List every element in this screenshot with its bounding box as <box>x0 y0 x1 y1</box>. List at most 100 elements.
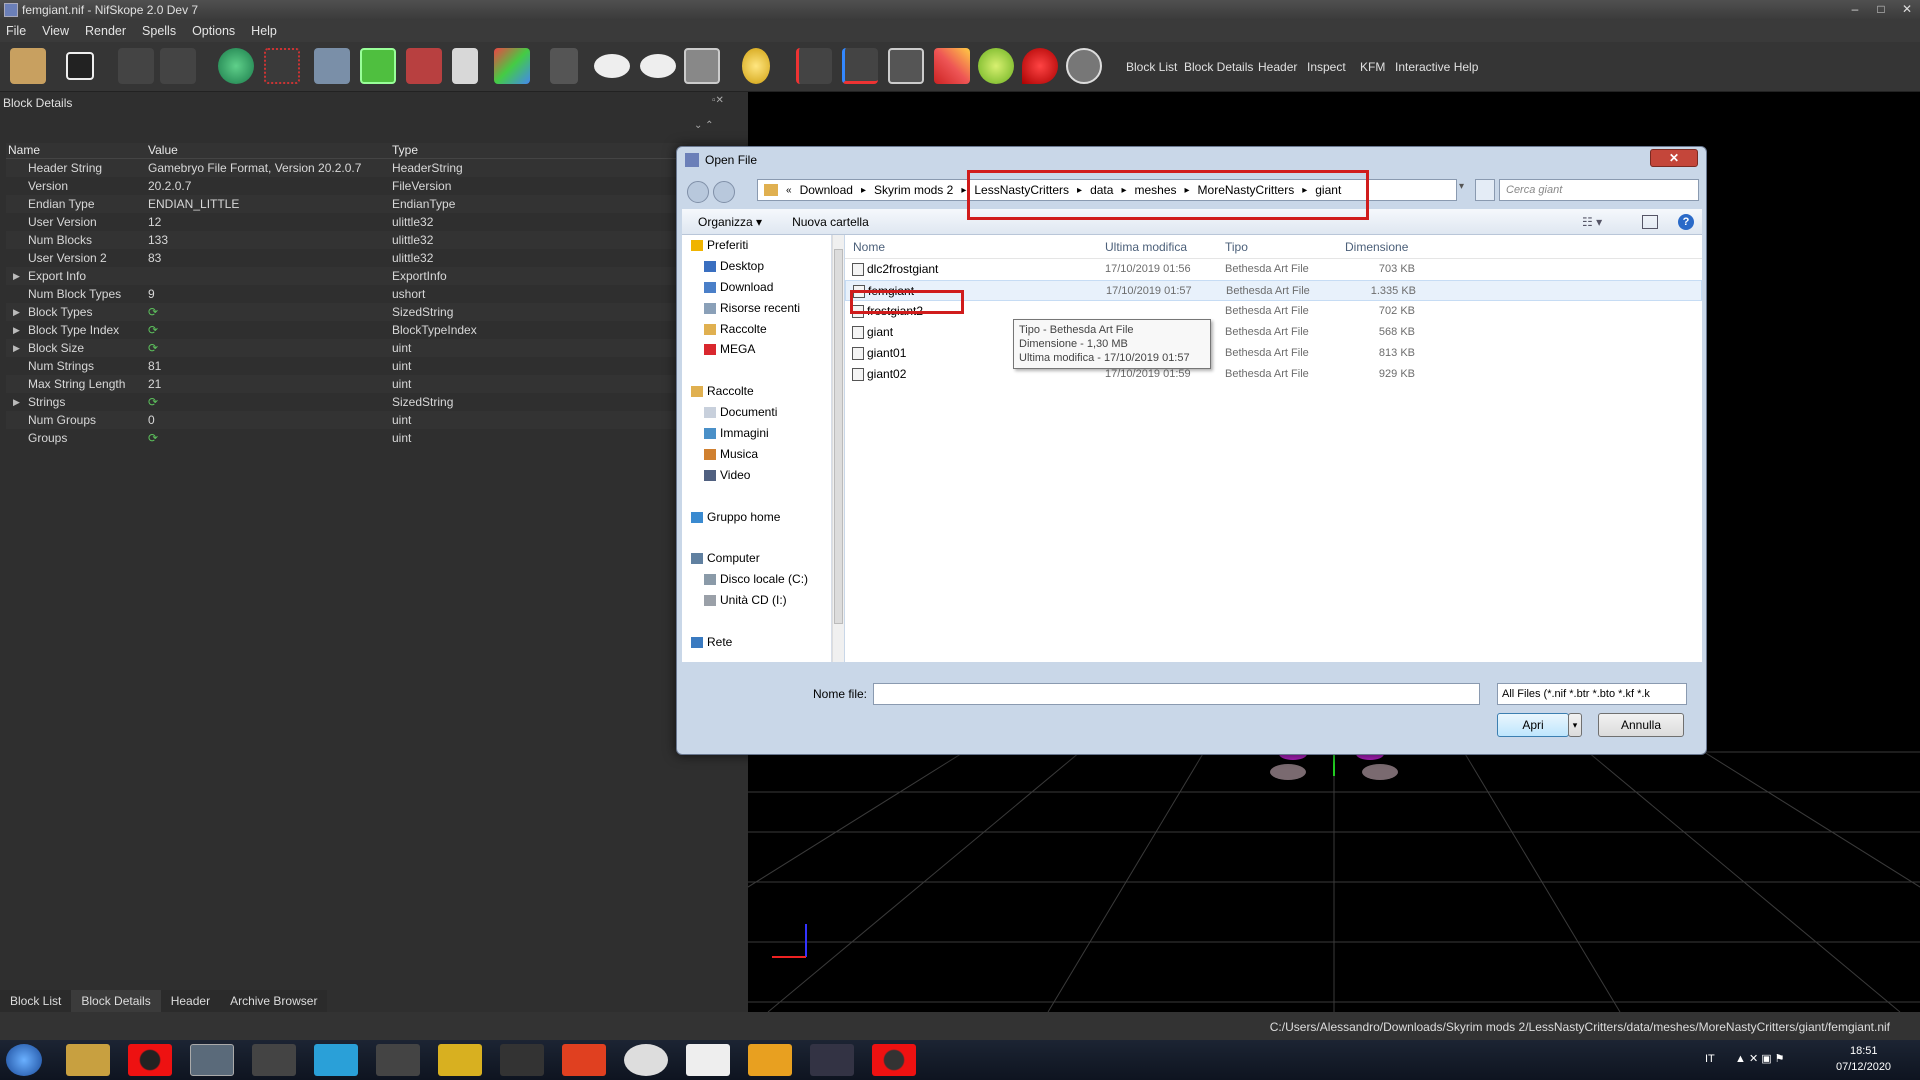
column-ultima-modifica[interactable]: Ultima modifica <box>1105 235 1225 258</box>
select-vertex-icon[interactable] <box>264 48 300 84</box>
view-options-icon[interactable]: ☷ ▾ <box>1582 215 1602 229</box>
column-name[interactable]: Name <box>6 143 142 158</box>
breadcrumb-separator-icon[interactable]: ▸ <box>961 185 966 196</box>
breadcrumb-separator-icon[interactable]: ▸ <box>861 185 866 196</box>
explorer-icon[interactable] <box>66 1044 110 1076</box>
row-value[interactable]: ⟳ <box>142 339 392 357</box>
array-cycle-icon[interactable]: ⟳ <box>148 395 158 409</box>
tab-header[interactable]: Header <box>161 990 220 1012</box>
tab-archive-browser[interactable]: Archive Browser <box>220 990 327 1012</box>
app-icon-13[interactable] <box>810 1044 854 1076</box>
table-row[interactable]: Version 20.2.0.7 FileVersion <box>6 177 746 195</box>
row-value[interactable]: ENDIAN_LITTLE <box>142 195 392 213</box>
music-icon[interactable] <box>314 1044 358 1076</box>
audio-app-icon[interactable] <box>376 1044 420 1076</box>
nav-item[interactable]: Preferiti <box>682 235 831 256</box>
table-row[interactable]: ▶ Block Types ⟳ SizedString <box>6 303 746 321</box>
organize-button[interactable]: Organizza ▾ <box>698 215 762 229</box>
column-value[interactable]: Value <box>142 143 392 158</box>
table-row[interactable]: Num Groups 0 uint <box>6 411 746 429</box>
toolbar-block-list[interactable]: Block List <box>1126 60 1177 74</box>
nav-item[interactable]: Desktop <box>682 256 831 277</box>
dialog-close-button[interactable]: ✕ <box>1650 149 1698 167</box>
footsteps-icon[interactable] <box>550 48 578 84</box>
nav-item[interactable]: Risorse recenti <box>682 298 831 319</box>
view-front-icon[interactable] <box>360 48 396 84</box>
expand-arrow-icon[interactable]: ▶ <box>13 267 20 285</box>
nav-item[interactable]: Musica <box>682 444 831 465</box>
tray-icons[interactable]: ▲ ✕ ▣ ⚑ <box>1735 1052 1785 1065</box>
expand-arrow-icon[interactable]: ▶ <box>13 321 20 339</box>
address-dropdown-icon[interactable]: ▾ <box>1459 181 1464 192</box>
toolbar-interactive-help[interactable]: Interactive Help <box>1395 60 1478 74</box>
row-value[interactable]: 21 <box>142 375 392 393</box>
row-value[interactable]: 83 <box>142 249 392 267</box>
opera-icon[interactable] <box>128 1044 172 1076</box>
expand-arrow-icon[interactable]: ▶ <box>13 339 20 357</box>
menu-spells[interactable]: Spells <box>142 24 176 38</box>
toolbar-kfm[interactable]: KFM <box>1360 60 1385 74</box>
maximize-button[interactable]: □ <box>1868 0 1894 20</box>
tab-block-list[interactable]: Block List <box>0 990 71 1012</box>
table-row[interactable]: Endian Type ENDIAN_LITTLE EndianType <box>6 195 746 213</box>
nav-item[interactable]: Raccolte <box>682 319 831 340</box>
expand-arrow-icon[interactable]: ▶ <box>13 393 20 411</box>
breadcrumb-separator-icon[interactable]: « <box>786 185 792 196</box>
table-row[interactable]: Header String Gamebryo File Format, Versi… <box>6 159 746 177</box>
row-value[interactable]: 81 <box>142 357 392 375</box>
marker-icon[interactable] <box>1022 48 1058 84</box>
array-cycle-icon[interactable]: ⟳ <box>148 341 158 355</box>
open-file-icon[interactable] <box>10 48 46 84</box>
nav-item[interactable]: Raccolte <box>682 381 831 402</box>
cancel-button[interactable]: Annulla <box>1598 713 1684 737</box>
row-value[interactable]: 0 <box>142 411 392 429</box>
table-row[interactable]: User Version 12 ulittle32 <box>6 213 746 231</box>
table-row[interactable]: Num Block Types 9 ushort <box>6 285 746 303</box>
table-row[interactable]: Num Blocks 133 ulittle32 <box>6 231 746 249</box>
nifskope-taskbar-icon[interactable] <box>190 1044 234 1076</box>
nodes-icon[interactable] <box>888 48 924 84</box>
language-indicator[interactable]: IT <box>1705 1053 1715 1065</box>
file-row[interactable]: giant02 17/10/2019 01:59 Bethesda Art File… <box>845 364 1702 385</box>
row-value[interactable]: ⟳ <box>142 321 392 339</box>
nav-item[interactable]: Computer <box>682 548 831 569</box>
view-side-icon[interactable] <box>406 48 442 84</box>
view-top-icon[interactable] <box>314 48 350 84</box>
app-icon-8[interactable] <box>500 1044 544 1076</box>
collapse-arrows-icon[interactable]: ⌄ ⌃ <box>694 120 714 131</box>
screenshot-icon[interactable] <box>684 48 720 84</box>
forward-arrow-icon[interactable] <box>713 181 735 203</box>
clock-date[interactable]: 07/12/2020 <box>1836 1061 1891 1073</box>
wireframe-icon[interactable] <box>934 48 970 84</box>
eye-orange-icon[interactable] <box>640 54 676 78</box>
nav-item[interactable]: Documenti <box>682 402 831 423</box>
float-panel-icon[interactable]: ▫✕ <box>712 95 724 106</box>
row-value[interactable]: ⟳ <box>142 429 392 447</box>
eye-icon[interactable] <box>594 54 630 78</box>
nav-scrollbar[interactable] <box>832 235 844 662</box>
axes-icon[interactable] <box>842 48 878 84</box>
file-row[interactable]: frostgiant2 Bethesda Art File 702 KB <box>845 301 1702 322</box>
start-button-icon[interactable] <box>6 1044 42 1076</box>
table-row[interactable]: Groups ⟳ uint <box>6 429 746 447</box>
nav-item[interactable]: Disco locale (C:) <box>682 569 831 590</box>
nav-item[interactable]: Download <box>682 277 831 298</box>
menu-help[interactable]: Help <box>251 24 277 38</box>
help-icon[interactable]: ? <box>1678 213 1694 230</box>
menu-view[interactable]: View <box>42 24 69 38</box>
column-dimensione[interactable]: Dimensione <box>1345 235 1415 258</box>
row-value[interactable]: ⟳ <box>142 393 392 411</box>
array-cycle-icon[interactable]: ⟳ <box>148 305 158 319</box>
select-object-icon[interactable] <box>218 48 254 84</box>
array-cycle-icon[interactable]: ⟳ <box>148 323 158 337</box>
table-row[interactable]: Num Strings 81 uint <box>6 357 746 375</box>
app-icon-11[interactable] <box>686 1044 730 1076</box>
redo-icon[interactable] <box>160 48 196 84</box>
open-dropdown-icon[interactable]: ▾ <box>1568 713 1582 737</box>
minimize-button[interactable]: – <box>1842 0 1868 20</box>
pin-icon[interactable] <box>796 48 832 84</box>
menu-render[interactable]: Render <box>85 24 126 38</box>
collision-icon[interactable] <box>978 48 1014 84</box>
back-arrow-icon[interactable] <box>687 181 709 203</box>
toolbar-header[interactable]: Header <box>1258 60 1297 74</box>
